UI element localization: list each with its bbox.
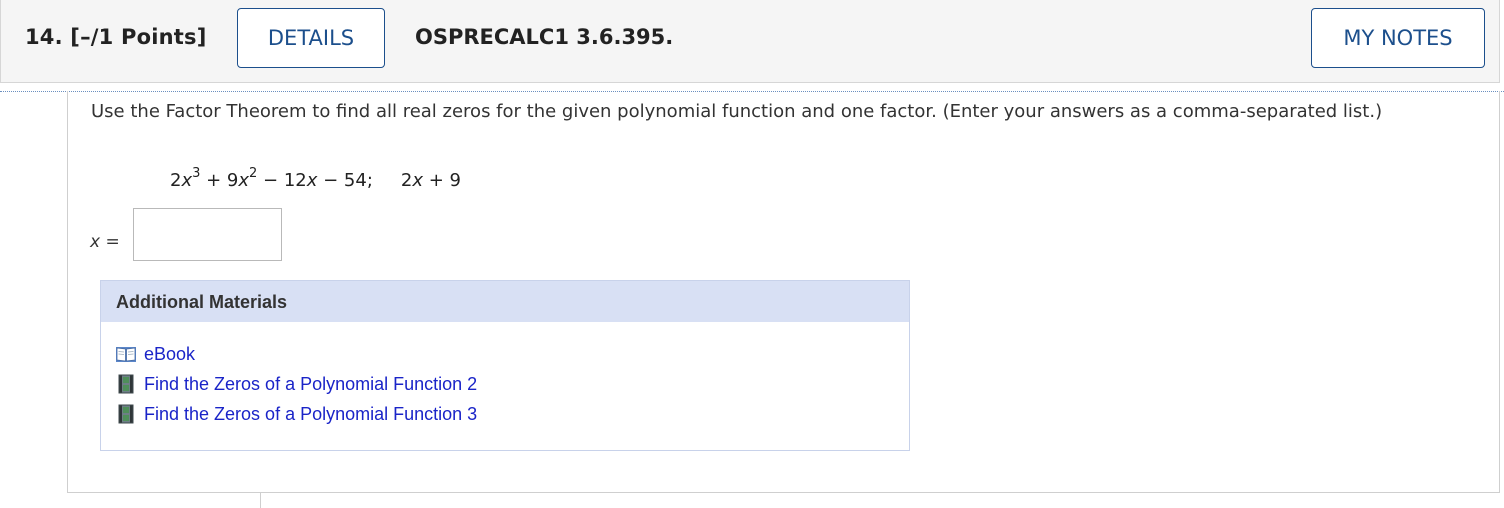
problem-code: OSPRECALC1 3.6.395. (415, 25, 674, 49)
poly-term: + 9 (200, 170, 239, 191)
poly-term: 2 (170, 170, 182, 191)
polynomial-expression: 2x3 + 9x2 − 12x − 54; 2x + 9 (170, 166, 461, 191)
answer-variable: x (90, 232, 101, 252)
materials-item-ebook[interactable]: eBook (101, 339, 909, 369)
materials-list: eBook Find the Zeros of a Polynomial Fun… (101, 322, 909, 429)
answer-label: x = (90, 232, 120, 252)
poly-var: x (238, 170, 250, 191)
additional-materials-panel: Additional Materials eBook Find the Zero… (100, 280, 910, 451)
poly-term: − 54; (317, 170, 373, 191)
materials-item-video-3[interactable]: Find the Zeros of a Polynomial Function … (101, 399, 909, 429)
points-label: 14. [–/1 Points] (25, 25, 207, 49)
factor-term: 2 (400, 170, 413, 191)
question-body: Use the Factor Theorem to find all real … (67, 91, 1500, 493)
film-icon (118, 374, 134, 394)
poly-var: x (306, 170, 318, 191)
poly-exponent: 2 (249, 166, 258, 181)
factor-var: x (412, 170, 424, 191)
materials-item-video-2[interactable]: Find the Zeros of a Polynomial Function … (101, 369, 909, 399)
answer-input[interactable] (133, 208, 282, 261)
my-notes-button[interactable]: MY NOTES (1311, 8, 1485, 68)
poly-var: x (181, 170, 193, 191)
question-header: 14. [–/1 Points] DETAILS OSPRECALC1 3.6.… (0, 0, 1500, 83)
answer-equals: = (100, 232, 120, 252)
factor-term: + 9 (423, 170, 461, 191)
video-link[interactable]: Find the Zeros of a Polynomial Function … (144, 404, 477, 425)
additional-materials-title: Additional Materials (101, 281, 909, 322)
details-button[interactable]: DETAILS (237, 8, 385, 68)
book-icon (116, 347, 136, 362)
poly-exponent: 3 (192, 166, 201, 181)
video-link[interactable]: Find the Zeros of a Polynomial Function … (144, 374, 477, 395)
poly-term: − 12 (257, 170, 307, 191)
bottom-tab-outline (67, 493, 261, 508)
film-icon (118, 404, 134, 424)
question-text: Use the Factor Theorem to find all real … (91, 101, 1383, 122)
ebook-link[interactable]: eBook (144, 344, 195, 365)
